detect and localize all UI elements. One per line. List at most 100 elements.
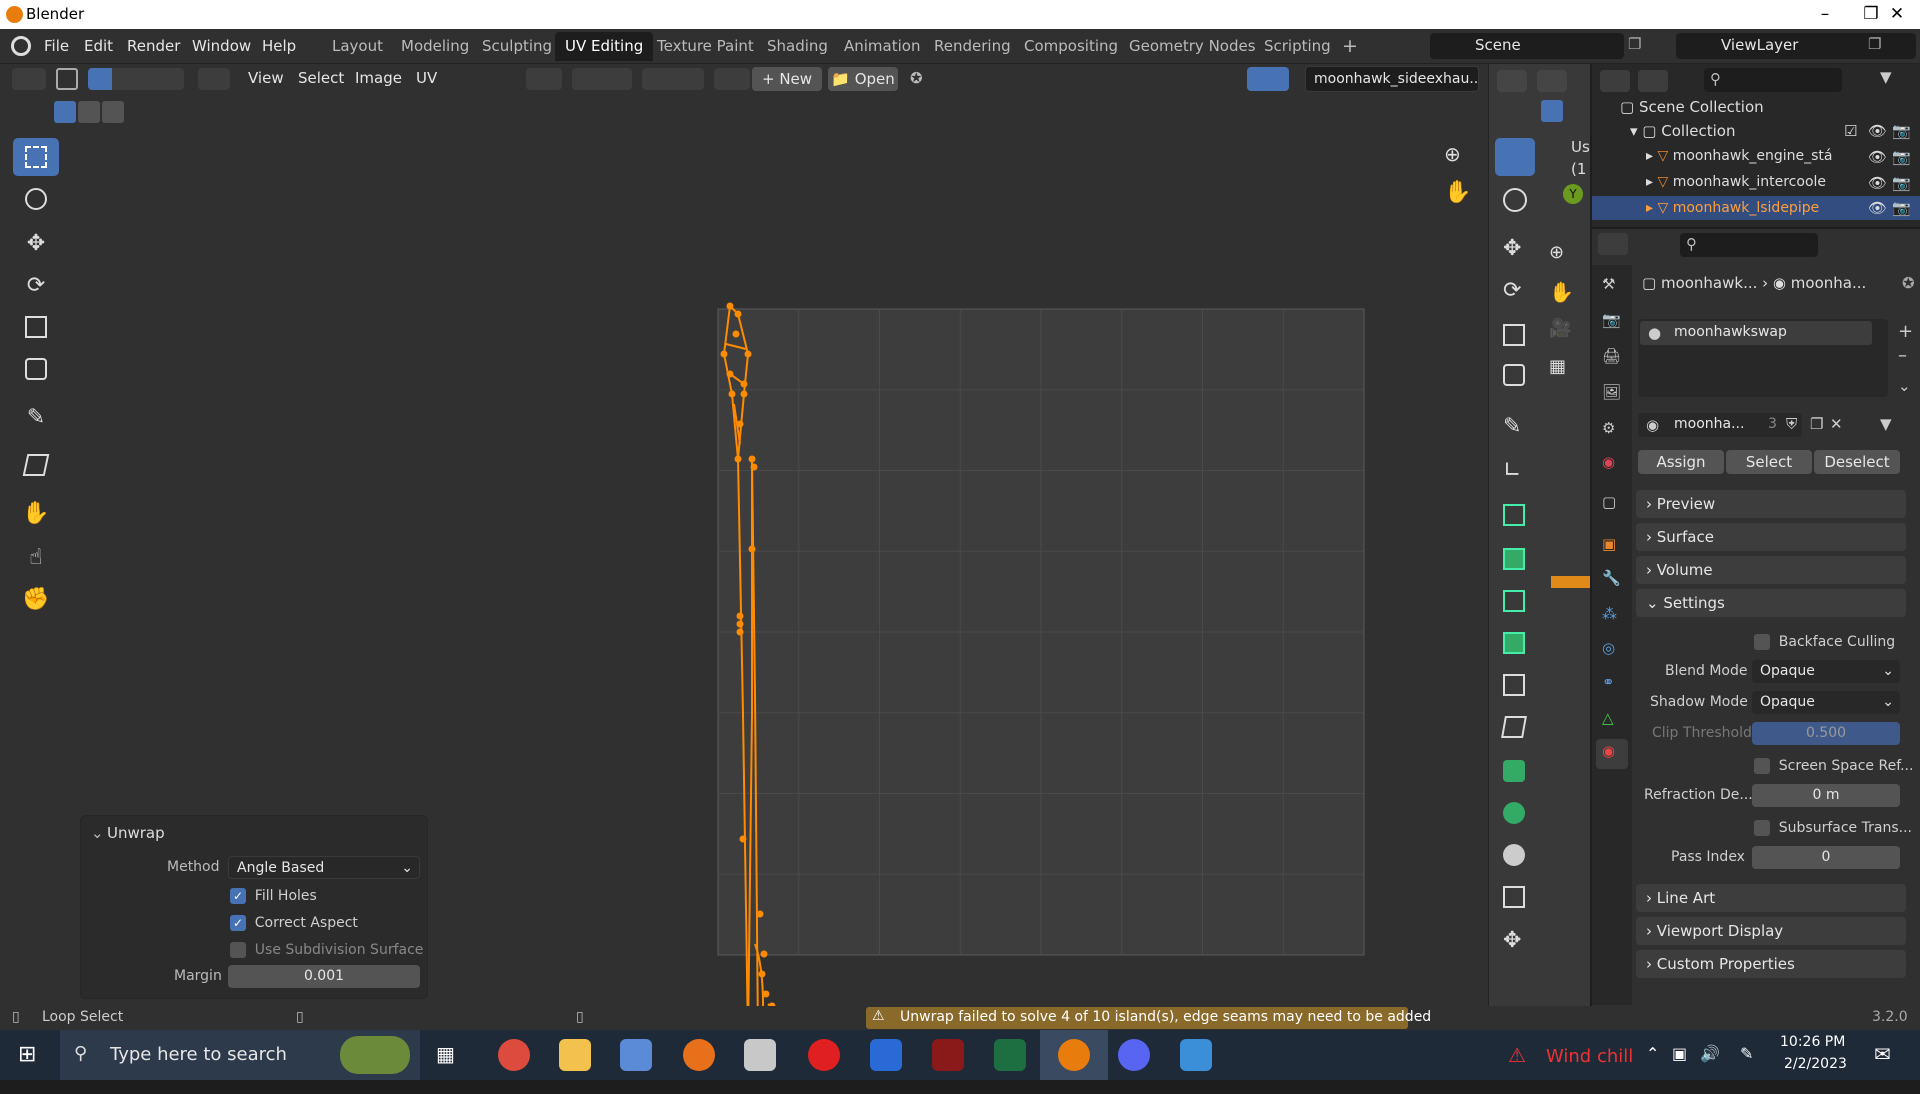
volume-icon[interactable]: 🔊: [1700, 1044, 1720, 1063]
uv-menu-view[interactable]: View: [248, 69, 284, 87]
collection-row[interactable]: ▾ ▢ Collection: [1630, 122, 1735, 140]
menu-help[interactable]: Help: [262, 37, 296, 55]
zoom-icon[interactable]: ⊕: [1444, 142, 1461, 166]
use-subdivision-checkbox[interactable]: Use Subdivision Surface: [230, 940, 423, 958]
smooth-tool-icon[interactable]: [1503, 844, 1525, 866]
world-tab-icon[interactable]: ◉: [1602, 453, 1615, 471]
panel-preview[interactable]: › Preview: [1636, 490, 1906, 518]
scale-tool-icon[interactable]: [13, 308, 59, 346]
pin-icon[interactable]: ✪: [1902, 274, 1915, 292]
uv-select-mode-icons[interactable]: [54, 101, 126, 123]
taskbar-search[interactable]: ⚲ Type here to search: [60, 1030, 420, 1080]
file-explorer-icon[interactable]: [559, 1039, 591, 1071]
outliner-search-input[interactable]: ⚲: [1704, 68, 1842, 92]
camera-icon[interactable]: 📷: [1892, 199, 1911, 217]
duplicate-icon[interactable]: ❐: [1810, 415, 1823, 433]
panel-settings[interactable]: ⌄ Settings: [1636, 589, 1906, 617]
eye-icon[interactable]: 👁: [1868, 174, 1887, 192]
scene-tab-icon[interactable]: ⚙: [1602, 419, 1615, 437]
gizmo-y-icon[interactable]: Y: [1563, 184, 1583, 204]
view3d-editor-type-icon[interactable]: [1497, 70, 1527, 92]
subsurface-translucency-checkbox[interactable]: Subsurface Trans...: [1754, 818, 1912, 836]
grab-tool-icon[interactable]: ✋: [13, 494, 59, 532]
bevel-tool-icon[interactable]: [1503, 632, 1525, 654]
material-tab-icon[interactable]: ◉: [1596, 739, 1628, 769]
shrink-fatten-tool-icon[interactable]: ✥: [1503, 928, 1521, 953]
tray-chevron-icon[interactable]: ⌃: [1646, 1044, 1659, 1063]
menu-render[interactable]: Render: [127, 37, 180, 55]
overlay-icon[interactable]: [1247, 67, 1289, 91]
tool-tab-icon[interactable]: ⚒: [1602, 275, 1615, 293]
clock-time[interactable]: 10:26 PM: [1780, 1034, 1845, 1050]
material-slot-row[interactable]: ● moonhawkswap: [1640, 321, 1872, 345]
assign-button[interactable]: Assign: [1638, 450, 1724, 474]
particles-tab-icon[interactable]: ⁂: [1602, 605, 1617, 623]
spin-tool-icon[interactable]: [1503, 802, 1525, 824]
outliner-item-intercooler[interactable]: ▸ ▽ moonhawk_intercoole: [1646, 174, 1856, 190]
filter-icon[interactable]: ▼: [1880, 68, 1892, 86]
loop-cut-tool-icon[interactable]: [1503, 674, 1525, 696]
tab-layout[interactable]: Layout: [322, 32, 393, 61]
tab-rendering[interactable]: Rendering: [924, 32, 1021, 61]
rip-tool-icon[interactable]: [13, 446, 59, 484]
shadow-mode-dropdown[interactable]: Opaque ⌄: [1752, 691, 1900, 714]
photos-icon[interactable]: [1180, 1039, 1212, 1071]
store-icon[interactable]: [870, 1039, 902, 1071]
select-button[interactable]: Select: [1726, 450, 1812, 474]
chrome-icon[interactable]: [498, 1039, 530, 1071]
screen-space-refraction-checkbox[interactable]: Screen Space Ref...: [1754, 756, 1913, 774]
camera-icon[interactable]: 📷: [1892, 174, 1911, 192]
move-tool-icon[interactable]: ✥: [13, 224, 59, 262]
remote-desktop-icon[interactable]: [620, 1039, 652, 1071]
fill-holes-checkbox[interactable]: ✓ Fill Holes: [230, 886, 317, 904]
close-icon[interactable]: ✕: [1874, 2, 1920, 27]
view3d-cursor-tool-icon[interactable]: [1503, 188, 1527, 212]
media-player-icon[interactable]: [808, 1039, 840, 1071]
pivot-icon[interactable]: [526, 68, 562, 90]
tab-modeling[interactable]: Modeling: [391, 32, 479, 61]
view3d-select-mode-icon[interactable]: [1541, 100, 1563, 122]
panel-surface[interactable]: › Surface: [1636, 523, 1906, 551]
eye-icon[interactable]: 👁: [1868, 122, 1887, 140]
outliner-item-engine[interactable]: ▸ ▽ moonhawk_engine_stá: [1646, 148, 1856, 164]
render-tab-icon[interactable]: 📷: [1602, 311, 1621, 329]
view3d-annotate-tool-icon[interactable]: ✎: [1503, 414, 1521, 439]
viewlayer-selector[interactable]: ViewLayer ❐: [1676, 33, 1916, 59]
refraction-depth-field[interactable]: 0 m: [1752, 784, 1900, 807]
deselect-button[interactable]: Deselect: [1814, 450, 1900, 474]
snap-icon[interactable]: [572, 68, 632, 90]
view-layer-tab-icon[interactable]: 🖼: [1602, 383, 1621, 401]
windows-start-icon[interactable]: ⊞: [18, 1042, 36, 1067]
uv-menu-select[interactable]: Select: [298, 69, 344, 87]
app-grey-icon[interactable]: [744, 1039, 776, 1071]
method-dropdown[interactable]: Angle Based ⌄: [228, 856, 420, 879]
image-browse-icon[interactable]: [714, 68, 750, 90]
collapse-chevron-icon[interactable]: ⌄: [91, 824, 104, 842]
display-mode-icon[interactable]: [1638, 70, 1668, 92]
fake-user-icon[interactable]: ⛨: [1786, 415, 1797, 433]
task-view-icon[interactable]: ▦: [436, 1042, 455, 1066]
panel-volume[interactable]: › Volume: [1636, 556, 1906, 584]
discord-icon[interactable]: [1118, 1039, 1150, 1071]
view3d-scale-tool-icon[interactable]: [1503, 324, 1525, 346]
camera-icon[interactable]: 🎥: [1549, 318, 1571, 339]
camera-icon[interactable]: 📷: [1892, 122, 1911, 140]
slot-menu-chevron-icon[interactable]: ⌄: [1898, 377, 1911, 395]
panel-line-art[interactable]: › Line Art: [1636, 884, 1906, 912]
new-viewlayer-icon[interactable]: ❐: [1868, 35, 1881, 53]
pin-icon[interactable]: ✪: [910, 69, 923, 87]
blend-mode-dropdown[interactable]: Opaque ⌄: [1752, 660, 1900, 683]
pen-icon[interactable]: ✎: [1740, 1044, 1753, 1063]
pinch-tool-icon[interactable]: ✊: [13, 580, 59, 618]
new-image-button[interactable]: + New: [752, 67, 822, 91]
relax-tool-icon[interactable]: ☝: [13, 538, 59, 576]
correct-aspect-checkbox[interactable]: ✓ Correct Aspect: [230, 913, 358, 931]
panel-viewport-display[interactable]: › Viewport Display: [1636, 917, 1906, 945]
material-browse-icon[interactable]: ◉: [1646, 416, 1659, 434]
view3d-mode-icon[interactable]: [1537, 70, 1567, 92]
menu-file[interactable]: File: [44, 37, 69, 55]
camera-icon[interactable]: 📷: [1892, 148, 1911, 166]
grid-view-icon[interactable]: ▦: [1549, 356, 1566, 377]
tab-texture-paint[interactable]: Texture Paint: [647, 32, 764, 61]
filter-icon[interactable]: ▼: [1880, 415, 1892, 433]
